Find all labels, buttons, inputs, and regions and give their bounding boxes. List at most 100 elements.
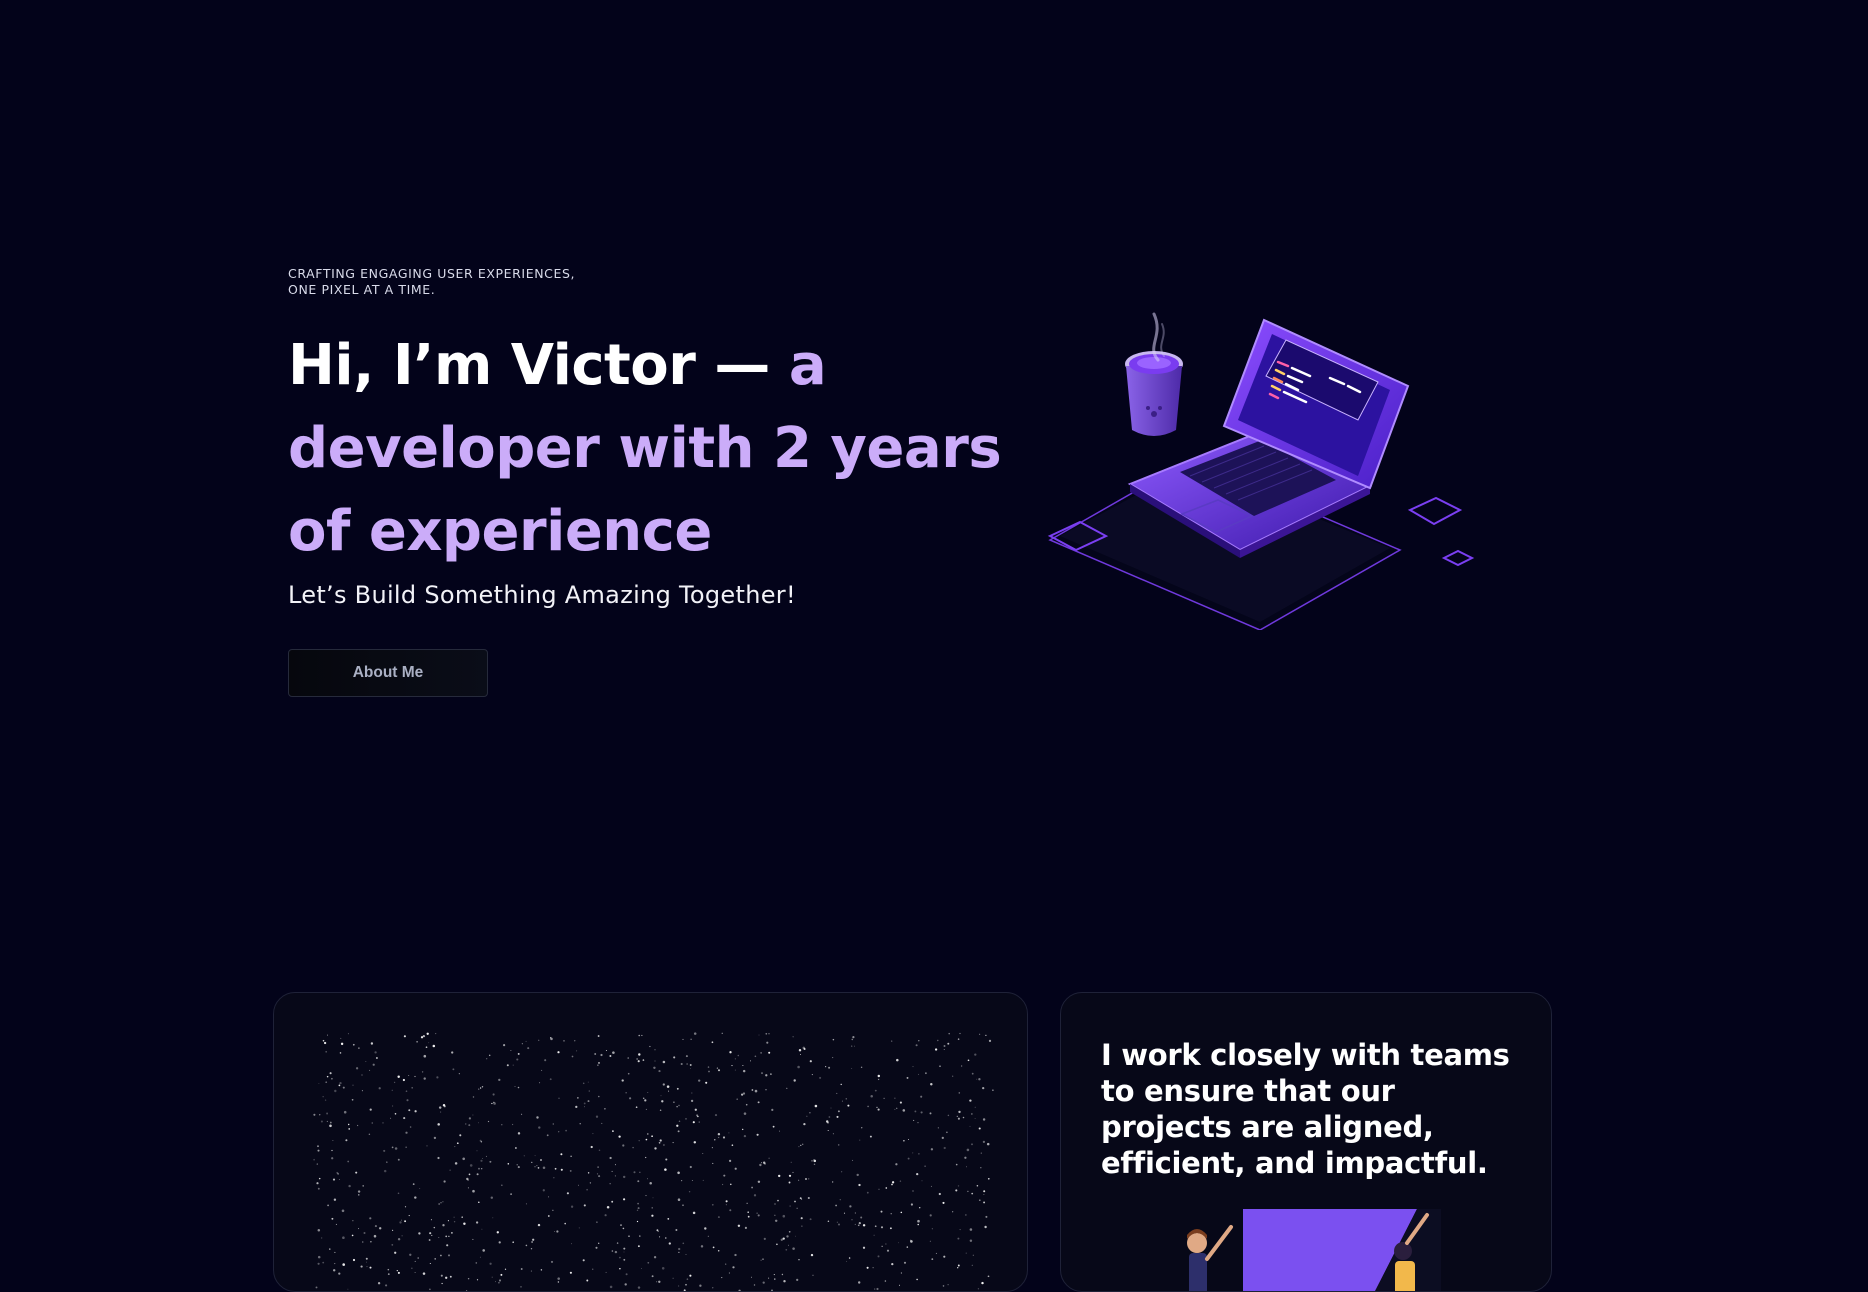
star-dot: [334, 1199, 336, 1201]
star-dot: [974, 1053, 976, 1055]
star-dot: [437, 1157, 439, 1159]
star-dot: [331, 1157, 333, 1159]
star-dot: [689, 1191, 690, 1192]
star-dot: [618, 1135, 620, 1137]
star-dot: [421, 1036, 423, 1038]
star-dot: [645, 1157, 646, 1158]
star-dot: [436, 1076, 438, 1078]
star-dot: [736, 1098, 738, 1100]
star-dot: [647, 1092, 648, 1093]
star-dot: [571, 1206, 573, 1208]
star-dot: [337, 1173, 338, 1174]
star-dot: [623, 1228, 625, 1230]
star-dot: [489, 1161, 491, 1163]
star-dot: [777, 1200, 779, 1202]
star-dot: [644, 1099, 646, 1101]
star-dot: [570, 1272, 572, 1274]
about-me-button[interactable]: About Me: [288, 649, 488, 697]
star-dot: [911, 1203, 913, 1205]
hero-section: CRAFTING ENGAGING USER EXPERIENCES, ONE …: [288, 266, 1008, 609]
star-dot: [793, 1172, 794, 1173]
star-dot: [472, 1114, 473, 1115]
star-dot: [399, 1221, 401, 1223]
star-dot: [931, 1148, 933, 1150]
star-dot: [653, 1067, 655, 1069]
star-dot: [392, 1147, 394, 1149]
star-dot: [548, 1215, 550, 1217]
star-dot: [313, 1114, 315, 1116]
star-dot: [334, 1090, 336, 1092]
star-dot: [480, 1087, 481, 1088]
star-dot: [838, 1223, 840, 1225]
star-dot: [658, 1231, 659, 1232]
star-dot: [948, 1033, 950, 1035]
star-dot: [588, 1100, 590, 1102]
star-dot: [796, 1279, 798, 1281]
star-dot: [690, 1064, 692, 1066]
star-dot: [615, 1175, 616, 1176]
star-dot: [507, 1064, 509, 1066]
star-dot: [745, 1227, 747, 1229]
star-dot: [930, 1241, 931, 1242]
star-dot: [544, 1059, 546, 1061]
star-dot: [539, 1082, 540, 1083]
star-dot: [418, 1232, 420, 1234]
star-dot: [333, 1179, 335, 1181]
star-dot: [878, 1075, 880, 1077]
star-dot: [971, 1193, 973, 1195]
star-dot: [588, 1172, 589, 1173]
star-dot: [548, 1196, 549, 1197]
star-dot: [414, 1110, 416, 1112]
star-dot: [878, 1079, 879, 1080]
star-dot: [776, 1243, 778, 1245]
team-collaboration-illustration-icon: [1181, 1209, 1441, 1292]
star-dot: [712, 1163, 713, 1164]
star-dot: [761, 1072, 763, 1074]
star-dot: [578, 1185, 579, 1186]
star-dot: [406, 1147, 407, 1148]
star-dot: [375, 1225, 377, 1227]
star-dot: [369, 1070, 370, 1071]
star-dot: [957, 1238, 959, 1240]
star-dot: [477, 1279, 478, 1280]
star-dot: [468, 1187, 469, 1188]
star-dot: [943, 1256, 945, 1258]
star-dot: [336, 1224, 337, 1225]
star-dot: [654, 1256, 656, 1258]
star-dot: [612, 1171, 613, 1172]
star-dot: [316, 1286, 318, 1288]
star-dot: [768, 1278, 769, 1279]
star-dot: [747, 1203, 748, 1204]
star-dot: [498, 1079, 500, 1081]
star-dot: [742, 1129, 743, 1130]
star-dot: [541, 1070, 542, 1071]
star-dot: [590, 1182, 591, 1183]
star-dot: [415, 1272, 416, 1273]
star-dot: [626, 1092, 627, 1093]
star-dot: [333, 1269, 335, 1271]
star-dot: [685, 1284, 687, 1286]
star-dot: [685, 1118, 686, 1119]
star-dot: [398, 1159, 400, 1161]
star-dot: [480, 1160, 482, 1162]
star-dot: [774, 1274, 775, 1275]
star-dot: [408, 1075, 409, 1076]
star-dot: [679, 1120, 681, 1122]
star-dot: [972, 1073, 974, 1075]
star-dot: [352, 1099, 354, 1101]
star-dot: [970, 1239, 972, 1241]
star-dot: [323, 1040, 325, 1042]
star-dot: [503, 1044, 505, 1046]
star-dot: [916, 1173, 918, 1175]
star-dot: [442, 1201, 443, 1202]
star-dot: [342, 1210, 345, 1213]
star-dot: [987, 1143, 990, 1146]
star-dot: [860, 1217, 862, 1219]
star-dot: [561, 1169, 563, 1171]
star-dot: [794, 1201, 796, 1203]
star-dot: [411, 1087, 413, 1089]
star-dot: [959, 1092, 961, 1094]
star-dot: [597, 1064, 598, 1065]
star-dot: [379, 1087, 381, 1089]
star-dot: [555, 1168, 557, 1170]
